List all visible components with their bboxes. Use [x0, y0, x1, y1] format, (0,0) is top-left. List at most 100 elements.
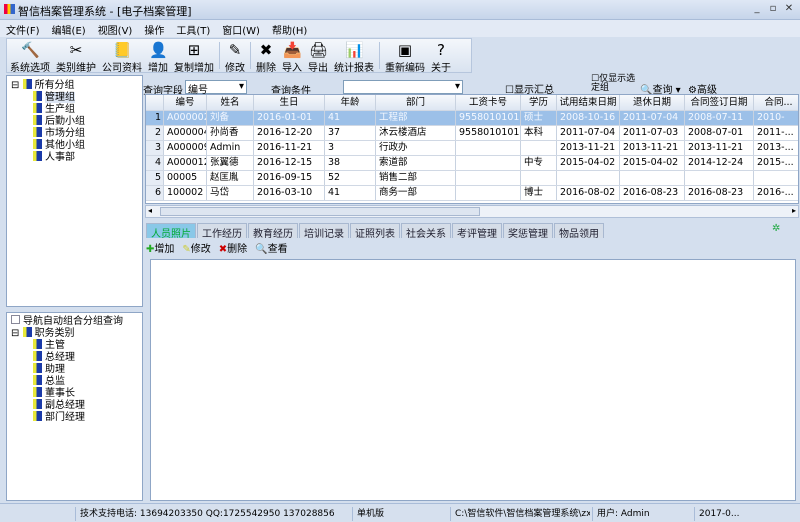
table-cell: 销售二部	[376, 171, 456, 185]
table-row[interactable]: 5 00005 赵匡胤 2016-09-15 52 销售二部	[146, 171, 798, 186]
table-cell: 2016-11-21	[254, 141, 325, 155]
data-grid: 编号 姓名 生日 年龄 部门 工资卡号 学历 试用结束日期 退休日期 合同签订日期 合同... 1 A0…	[145, 94, 799, 204]
query-cond-input[interactable]: ▾	[343, 80, 463, 94]
tree-item[interactable]: 副总经理	[11, 399, 138, 411]
tab-1[interactable]: 人员照片	[146, 223, 196, 240]
menu-item[interactable]: 视图(V)	[92, 20, 139, 39]
tree-item[interactable]: 其他小组	[11, 139, 138, 151]
menu-item[interactable]: 帮助(H)	[266, 20, 313, 39]
table-cell	[754, 171, 798, 185]
tab-9[interactable]: 物品领用	[554, 223, 604, 240]
tree-root[interactable]: ⊟ 所有分组	[11, 79, 138, 91]
tree-root[interactable]: ⊟ 职务类别	[11, 327, 138, 339]
settings-icon[interactable]: ✲	[772, 223, 780, 234]
tools-icon: ✂	[69, 41, 83, 59]
table-row[interactable]: 1A000002刘备2016-01-0141工程部955801010111硕士2…	[146, 111, 798, 126]
column-header[interactable]	[146, 95, 164, 110]
column-header[interactable]: 部门	[376, 95, 456, 110]
column-header[interactable]: 姓名	[207, 95, 254, 110]
table-cell: A000012	[164, 156, 207, 170]
add-photo-button[interactable]: ✚增加	[146, 240, 174, 256]
column-header[interactable]: 工资卡号	[456, 95, 521, 110]
tree-item[interactable]: 总经理	[11, 351, 138, 363]
table-cell: 2011-07-03	[620, 126, 685, 140]
table-row[interactable]: 4 A000012 张翼德 2016-12-15 38 索道部 中专 2015-04-02 20…	[146, 156, 798, 171]
minimize-button[interactable]: _	[750, 2, 764, 16]
tab-6[interactable]: 社会关系	[401, 223, 451, 240]
status-bar: 技术支持电话: 13694203350 QQ:1725542950 137028…	[0, 503, 800, 522]
tree-item[interactable]: 部门经理	[11, 411, 138, 423]
delete-photo-button[interactable]: ✖删除	[219, 240, 247, 256]
menu-item[interactable]: 编辑(E)	[46, 20, 92, 39]
table-cell: 赵匡胤	[207, 171, 254, 185]
toolbar-button-8[interactable]: 📥 导入	[279, 39, 305, 74]
column-header[interactable]: 退休日期	[620, 95, 685, 110]
table-row[interactable]: 6 100002 马岱 2016-03-10 41 商务一部 博士 2016-08-02 201…	[146, 186, 798, 201]
menu-item[interactable]: 窗口(W)	[216, 20, 266, 39]
column-header[interactable]: 试用结束日期	[557, 95, 620, 110]
column-header[interactable]: 年龄	[325, 95, 376, 110]
tree-item[interactable]: 生产组	[11, 103, 138, 115]
toolbar-button-5[interactable]: ⊞ 复制增加	[171, 39, 217, 74]
tree-item[interactable]: 后勤小组	[11, 115, 138, 127]
view-photo-button[interactable]: 🔍查看	[255, 240, 287, 256]
toolbar-button-12[interactable]: ? 关于	[428, 39, 454, 74]
delete-icon: ✖	[259, 41, 273, 59]
export-icon: 🖨	[309, 41, 329, 59]
column-header[interactable]: 生日	[254, 95, 325, 110]
tab-4[interactable]: 培训记录	[299, 223, 349, 240]
toolbar-button-11[interactable]: ▣ 重新编码	[382, 39, 428, 74]
column-header[interactable]: 学历	[521, 95, 557, 110]
toolbar-label: 关于	[431, 63, 451, 74]
tree-item[interactable]: 管理组	[11, 91, 138, 103]
folder-icon	[33, 399, 42, 409]
only-selected-checkbox[interactable]: ☐仅显示选定组	[591, 75, 641, 93]
column-header[interactable]: 合同签订日期	[685, 95, 754, 110]
tab-8[interactable]: 奖惩管理	[503, 223, 553, 240]
tree-item[interactable]: 人事部	[11, 151, 138, 163]
folder-icon	[22, 327, 32, 337]
tree-item[interactable]: 总监	[11, 375, 138, 387]
menu-item[interactable]: 工具(T)	[170, 20, 216, 39]
table-row[interactable]: 2A000004孙尚香2016-12-2037沐云楼酒店955801010115…	[146, 126, 798, 141]
tree-item[interactable]: 主管	[11, 339, 138, 351]
tab-7[interactable]: 考评管理	[452, 223, 502, 240]
toolbar-label: 增加	[148, 63, 168, 74]
tree-item[interactable]: 市场分组	[11, 127, 138, 139]
toolbar-button-1[interactable]: 🔨 系统选项	[7, 39, 53, 74]
toolbar-button-3[interactable]: 📒 公司资料	[99, 39, 145, 74]
column-header[interactable]: 合同...	[754, 95, 798, 110]
toolbar-button-6[interactable]: ✎ 修改	[222, 39, 248, 74]
tab-5[interactable]: 证照列表	[350, 223, 400, 240]
table-cell: 4	[146, 156, 164, 170]
menu-item[interactable]: 文件(F)	[0, 20, 46, 39]
edit-photo-button[interactable]: ✎修改	[182, 240, 210, 256]
toolbar-separator	[250, 42, 251, 69]
toolbar-button-9[interactable]: 🖨 导出	[305, 39, 331, 74]
close-button[interactable]: ✕	[782, 2, 796, 16]
table-cell: 6	[146, 186, 164, 200]
table-cell: 博士	[521, 186, 557, 200]
tree-item[interactable]: 董事长	[11, 387, 138, 399]
query-field-select[interactable]: 编号 ▾	[185, 80, 247, 96]
column-header[interactable]: 编号	[164, 95, 207, 110]
toolbar-button-10[interactable]: 📊 统计报表	[331, 39, 377, 74]
toolbar-button-2[interactable]: ✂ 类别维护	[53, 39, 99, 74]
auto-group-checkbox[interactable]: 导航自动组合分组查询	[11, 315, 138, 327]
tab-3[interactable]: 教育经历	[248, 223, 298, 240]
horizontal-scrollbar[interactable]: ◂ ▸	[145, 205, 799, 218]
folder-icon	[33, 351, 42, 361]
table-cell: Admin	[207, 141, 254, 155]
table-cell: 硕士	[521, 111, 557, 125]
table-row[interactable]: 3 A000009 Admin 2016-11-21 3 行政办 2013-11-21 201…	[146, 141, 798, 156]
folder-icon	[33, 387, 42, 397]
toolbar-button-4[interactable]: 👤 增加	[145, 39, 171, 74]
menu-item[interactable]: 操作	[138, 20, 170, 39]
tree-item[interactable]: 助理	[11, 363, 138, 375]
chart-icon: 📊	[345, 41, 364, 59]
table-cell: 2008-07-11	[685, 111, 754, 125]
toolbar-button-7[interactable]: ✖ 删除	[253, 39, 279, 74]
restore-button[interactable]: ▫	[766, 2, 780, 16]
table-cell: 工程部	[376, 111, 456, 125]
tab-2[interactable]: 工作经历	[197, 223, 247, 240]
